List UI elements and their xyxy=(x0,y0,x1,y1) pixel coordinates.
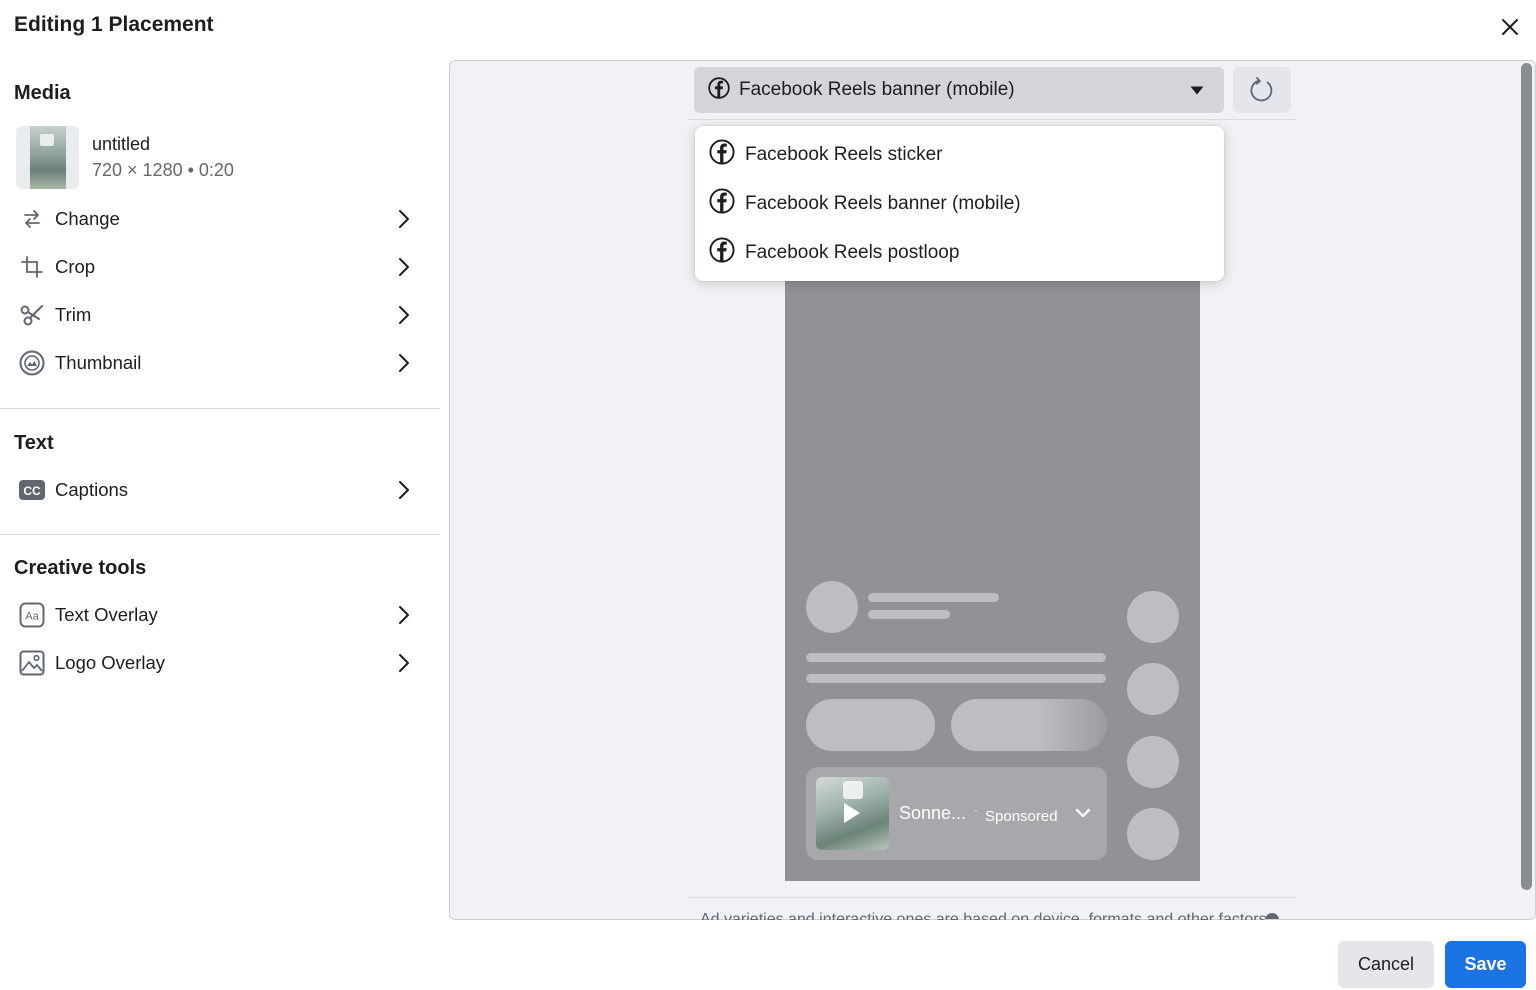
menu-item-label: Change xyxy=(55,208,120,229)
dropdown-option-label: Facebook Reels sticker xyxy=(745,143,943,165)
svg-text:Aa: Aa xyxy=(25,611,39,623)
menu-item-label: Logo Overlay xyxy=(55,652,166,673)
menu-item-label: Text Overlay xyxy=(55,604,158,625)
chevron-right-icon xyxy=(394,353,414,373)
placement-select-value: Facebook Reels banner (mobile) xyxy=(739,79,1015,100)
dialog-title: Editing 1 Placement xyxy=(14,13,214,36)
section-title-text: Text xyxy=(14,432,54,454)
dropdown-option-reels-sticker[interactable]: Facebook Reels sticker xyxy=(695,130,1224,179)
chevron-right-icon xyxy=(394,305,414,325)
info-icon[interactable] xyxy=(1265,913,1279,919)
preview-top-divider xyxy=(688,119,1296,120)
placeholder-action-circle xyxy=(1127,663,1179,715)
media-file-row: untitled 720 × 1280 • 0:20 xyxy=(16,124,416,190)
chevron-right-icon xyxy=(394,605,414,625)
placeholder-pill xyxy=(951,699,1107,751)
dropdown-option-label: Facebook Reels postloop xyxy=(745,241,960,263)
section-title-media: Media xyxy=(14,82,71,104)
placeholder-pill xyxy=(806,699,935,751)
placeholder-line xyxy=(806,674,1106,683)
save-button[interactable]: Save xyxy=(1445,941,1526,988)
media-thumbnail xyxy=(16,125,79,189)
placeholder-action-circle xyxy=(1127,591,1179,643)
facebook-icon xyxy=(709,139,735,170)
facebook-icon xyxy=(709,237,735,268)
text-overlay-icon: Aa xyxy=(16,599,48,631)
menu-item-trim[interactable]: Trim xyxy=(16,295,418,335)
placeholder-action-circle xyxy=(1127,808,1179,860)
refresh-icon xyxy=(1250,77,1273,102)
scissors-icon xyxy=(16,299,48,331)
chevron-right-icon xyxy=(394,480,414,500)
crop-icon xyxy=(16,251,48,283)
refresh-button[interactable] xyxy=(1233,67,1291,113)
dropdown-option-label: Facebook Reels banner (mobile) xyxy=(745,192,1021,214)
play-icon xyxy=(844,803,860,823)
close-icon xyxy=(1502,19,1518,35)
left-panel: Media untitled 720 × 1280 • 0:20 Change … xyxy=(0,60,440,940)
dropdown-option-reels-banner-mobile[interactable]: Facebook Reels banner (mobile) xyxy=(695,179,1224,228)
caret-down-icon xyxy=(1188,81,1206,99)
media-file-name: untitled xyxy=(92,133,151,154)
facebook-icon xyxy=(708,76,730,104)
preview-scrollbar[interactable] xyxy=(1521,63,1532,890)
reels-preview-mock: Sonne... · Sponsored xyxy=(785,281,1200,881)
section-title-creative-tools: Creative tools xyxy=(14,557,147,579)
preview-footer-note: Ad varieties and interactive ones are ba… xyxy=(700,911,1267,921)
media-file-meta: 720 × 1280 • 0:20 xyxy=(92,159,234,180)
placement-dropdown-menu: Facebook Reels sticker Facebook Reels ba… xyxy=(695,126,1224,281)
section-divider xyxy=(0,534,440,535)
cancel-button[interactable]: Cancel xyxy=(1338,941,1434,988)
preview-bottom-divider xyxy=(688,897,1296,898)
ad-sponsored-label: Sponsored xyxy=(985,808,1058,825)
menu-item-label: Thumbnail xyxy=(55,352,142,373)
chevron-right-icon xyxy=(394,653,414,673)
placeholder-line xyxy=(806,653,1106,662)
menu-item-label: Crop xyxy=(55,256,96,277)
close-button[interactable] xyxy=(1494,12,1526,42)
menu-item-change[interactable]: Change xyxy=(16,199,418,239)
placement-select[interactable]: Facebook Reels banner (mobile) xyxy=(694,67,1224,113)
facebook-icon xyxy=(709,188,735,219)
dropdown-option-reels-postloop[interactable]: Facebook Reels postloop xyxy=(695,228,1224,277)
ad-advertiser-name: Sonne... xyxy=(899,803,967,823)
menu-item-label: Trim xyxy=(55,304,92,325)
placeholder-action-circle xyxy=(1127,736,1179,788)
menu-item-text-overlay[interactable]: Aa Text Overlay xyxy=(16,595,418,635)
menu-item-thumbnail[interactable]: Thumbnail xyxy=(16,343,418,383)
svg-text:CC: CC xyxy=(23,484,41,498)
thumbnail-icon xyxy=(16,347,48,379)
ad-separator: · xyxy=(974,803,978,817)
menu-item-captions[interactable]: CC Captions xyxy=(16,470,418,510)
menu-item-crop[interactable]: Crop xyxy=(16,247,418,287)
chevron-right-icon xyxy=(394,257,414,277)
swap-arrows-icon xyxy=(16,203,48,235)
menu-item-label: Captions xyxy=(55,479,129,500)
section-divider xyxy=(0,408,440,409)
chevron-right-icon xyxy=(394,209,414,229)
placeholder-avatar xyxy=(806,581,858,633)
placeholder-line xyxy=(868,593,999,602)
ad-video-thumbnail xyxy=(816,777,889,850)
chevron-down-icon[interactable] xyxy=(1073,803,1093,823)
closed-captions-icon: CC xyxy=(16,474,48,506)
ad-card[interactable]: Sonne... · Sponsored xyxy=(806,767,1107,860)
placeholder-line xyxy=(868,610,950,619)
image-icon xyxy=(16,647,48,679)
menu-item-logo-overlay[interactable]: Logo Overlay xyxy=(16,643,418,683)
